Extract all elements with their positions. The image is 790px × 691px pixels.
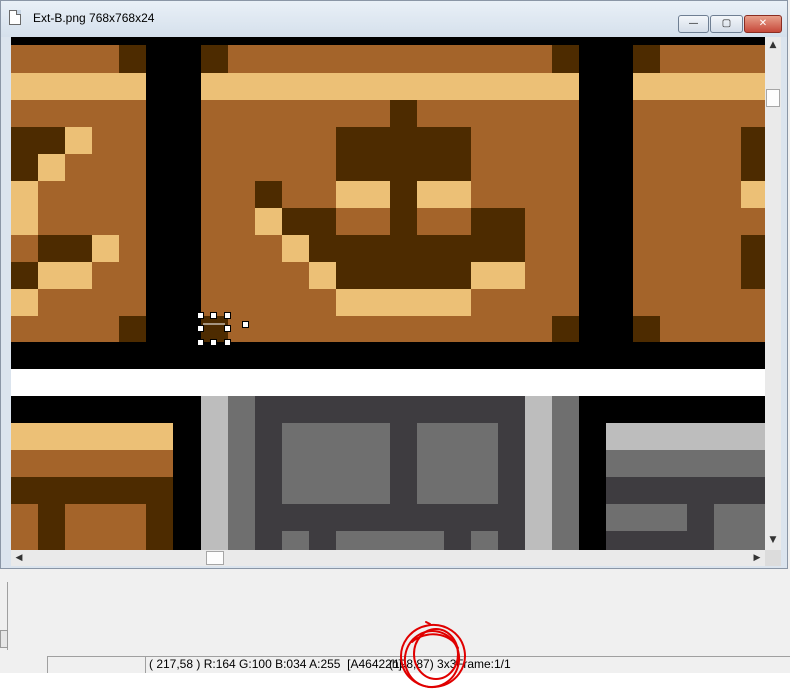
cursor-pixel-info: ( 217,58 ) R:164 G:100 B:034 A:255 [A464… [149,657,402,671]
scroll-left-arrow-icon[interactable]: ◀ [11,550,27,566]
document-icon [9,10,21,25]
horizontal-scroll-thumb[interactable] [206,551,224,565]
status-panel-empty [47,656,145,673]
workspace-area [0,582,790,656]
minimize-button[interactable]: — [678,15,709,33]
maximize-button[interactable]: ▢ [710,15,743,33]
title-bar[interactable]: Ext-B.png 768x768x24 — ▢ ✕ [1,1,787,37]
scrollbar-corner [765,550,781,566]
scroll-up-arrow-icon[interactable]: ▲ [765,37,781,53]
vertical-scrollbar[interactable]: ▲ ▼ [765,37,781,550]
selection-info: (198,87) 3x3 [389,657,457,671]
horizontal-scrollbar[interactable]: ◀ ▶ [11,550,765,566]
image-canvas[interactable] [11,37,765,550]
image-window: Ext-B.png 768x768x24 — ▢ ✕ ▲ ▼ ◀ ▶ [0,0,788,569]
scroll-right-arrow-icon[interactable]: ▶ [749,550,765,566]
close-button[interactable]: ✕ [744,15,782,33]
pixel-art-image [11,37,765,550]
panel-edge-button[interactable] [0,630,8,648]
window-title: Ext-B.png 768x768x24 [33,11,155,25]
frame-info: Frame:1/1 [456,657,511,671]
bottom-strip [0,673,790,691]
status-bar: ( 217,58 ) R:164 G:100 B:034 A:255 [A464… [0,656,790,673]
scroll-down-arrow-icon[interactable]: ▼ [765,532,781,548]
vertical-scroll-thumb[interactable] [766,89,780,107]
